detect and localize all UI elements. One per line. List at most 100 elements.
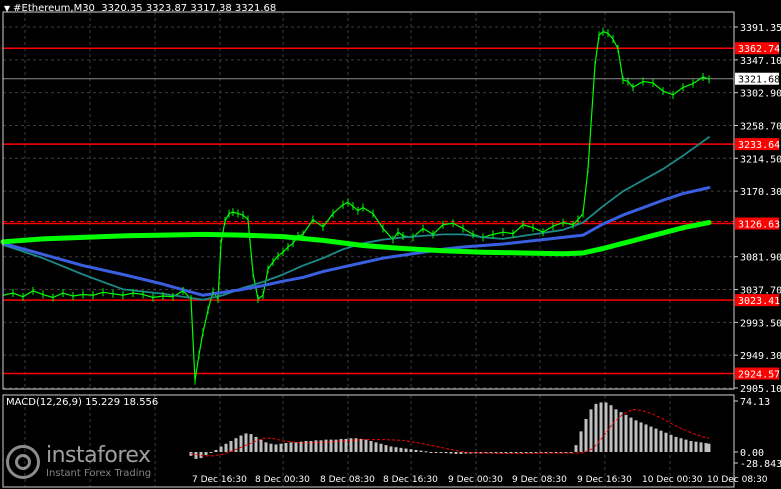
macd-bar <box>244 433 248 452</box>
chart-svg: 3362.74 3233.64 3126.63 3023.41 2924.57 3321.… <box>0 11 781 488</box>
macd-bar <box>684 439 688 452</box>
time-tick-label: 9 Dec 16:30 <box>577 475 632 485</box>
macd-bar <box>619 412 623 452</box>
macd-tick-label: -28.843 <box>740 459 781 470</box>
macd-bar <box>499 452 503 454</box>
macd-bar <box>379 443 383 452</box>
time-tick-label: 8 Dec 00:30 <box>255 475 310 485</box>
price-tick-label: 3214.50 <box>740 154 781 165</box>
macd-bar <box>414 449 418 452</box>
macd-bar <box>704 443 708 452</box>
macd-bar <box>699 442 703 452</box>
macd-bar <box>589 409 593 452</box>
macd-bar <box>634 420 638 452</box>
macd-tick-label: 74.13 <box>740 397 770 408</box>
logo-tagline: Instant Forex Trading <box>46 468 152 479</box>
level-label: 3362.74 <box>738 44 780 55</box>
macd-bar <box>664 432 668 452</box>
macd-bar <box>374 442 378 452</box>
level-label: 3126.63 <box>738 220 780 231</box>
macd-bar <box>264 442 268 452</box>
macd-bar <box>324 439 328 452</box>
time-tick-label: 7 Dec 16:30 <box>192 475 247 485</box>
time-tick-label: 10 Dec 08:30 <box>707 475 768 485</box>
macd-bar <box>629 417 633 452</box>
macd-bar <box>364 439 368 452</box>
macd-bar <box>654 428 658 452</box>
macd-bar <box>224 443 228 452</box>
series-line-fast_ma <box>2 136 710 301</box>
macd-bar <box>614 409 618 452</box>
time-tick-label: 9 Dec 08:30 <box>512 475 567 485</box>
level-label: 3023.41 <box>738 296 780 307</box>
macd-bar <box>624 414 628 452</box>
macd-bar <box>434 452 438 453</box>
instaforex-logo-icon <box>6 445 40 479</box>
macd-bar <box>219 446 223 452</box>
macd-bar <box>609 405 613 452</box>
main-plot-frame <box>2 11 735 390</box>
macd-bar <box>429 452 433 453</box>
macd-header: MACD(12,26,9) 15.229 18.556 <box>6 397 159 408</box>
price-tick-label: 2905.10 <box>740 384 781 395</box>
time-tick-label: 10 Dec 00:30 <box>642 475 703 485</box>
price-tick-label: 3258.70 <box>740 121 781 132</box>
macd-bar <box>694 441 698 452</box>
macd-bar <box>599 402 603 452</box>
macd-bar <box>579 431 583 452</box>
time-tick-label: 8 Dec 08:30 <box>320 475 375 485</box>
macd-bar <box>404 448 408 452</box>
time-tick-label: 8 Dec 16:30 <box>383 475 438 485</box>
macd-tick-label: 0.00 <box>740 448 764 459</box>
price-tick-label: 3081.90 <box>740 253 781 264</box>
current-price-label: 3321.68 <box>738 75 780 86</box>
macd-bar <box>214 449 218 452</box>
level-label: 2924.57 <box>738 370 780 381</box>
logo-text: instaforex Instant Forex Trading <box>46 445 151 479</box>
series-line-mid_ma <box>1 186 711 297</box>
macd-bar <box>399 447 403 452</box>
price-tick-label: 3391.35 <box>740 23 781 34</box>
logo-name: instaforex <box>46 443 151 468</box>
macd-bar <box>584 418 588 452</box>
macd-bar <box>314 440 318 452</box>
macd-bar <box>274 444 278 452</box>
macd-bar <box>229 440 233 452</box>
macd-bar <box>204 452 208 456</box>
macd-bar <box>284 443 288 452</box>
price-tick-label: 3347.10 <box>740 56 781 67</box>
macd-bar <box>509 452 513 454</box>
macd-bar <box>359 438 363 452</box>
price-tick-label: 2949.30 <box>740 351 781 362</box>
macd-bar <box>254 436 258 452</box>
macd-bar <box>649 426 653 452</box>
macd-bar <box>419 450 423 452</box>
level-label: 3233.64 <box>738 140 780 151</box>
price-series <box>0 27 712 385</box>
price-tick-label: 2993.50 <box>740 318 781 329</box>
macd-bar <box>289 442 293 452</box>
price-tick-label: 3170.30 <box>740 187 781 198</box>
chart-header: ▼ #Ethereum,M30 3320.35 3323.87 3317.38 3… <box>0 3 276 14</box>
macd-bar <box>369 440 373 452</box>
macd-bar <box>679 438 683 452</box>
macd-bar <box>689 440 693 452</box>
macd-bar <box>574 445 578 452</box>
macd-bar <box>239 435 243 452</box>
macd-bar <box>294 442 298 452</box>
series-line-slow_ma <box>0 220 712 257</box>
macd-bar <box>707 443 711 452</box>
time-tick-label: 9 Dec 00:30 <box>448 475 503 485</box>
macd-bar <box>514 452 518 454</box>
macd-bar <box>209 452 213 453</box>
macd-bar <box>639 422 643 452</box>
macd-bar <box>424 451 428 453</box>
ohlc-values: 3320.35 3323.87 3317.38 3321.68 <box>101 3 277 14</box>
macd-bar <box>279 443 283 452</box>
dropdown-triangle-icon[interactable]: ▼ <box>4 4 10 13</box>
macd-bar <box>409 449 413 452</box>
symbol-label: #Ethereum,M30 <box>13 3 95 14</box>
price-tick-label: 3037.70 <box>740 286 781 297</box>
macd-bar <box>519 452 523 454</box>
macd-bar <box>504 452 508 454</box>
